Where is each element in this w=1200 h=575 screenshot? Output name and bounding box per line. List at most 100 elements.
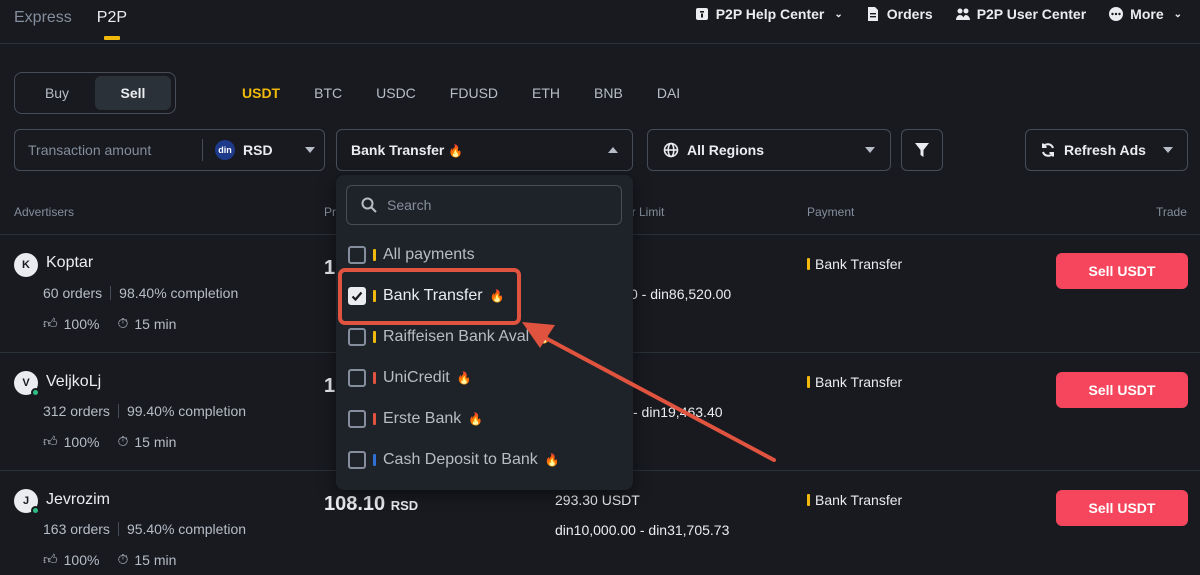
like-rate: 100% xyxy=(63,551,100,568)
price: 1 xyxy=(324,257,335,280)
top-nav: Express P2P P2P Help Center ⌄ Orders P2P… xyxy=(0,0,1200,44)
more-menu[interactable]: More ⌄ xyxy=(1108,6,1182,22)
payment-tag xyxy=(373,454,376,466)
filter-button[interactable] xyxy=(901,129,943,171)
checkbox[interactable] xyxy=(348,369,366,387)
like-rate: 100% xyxy=(63,315,100,332)
payment-option-label: Erste Bank xyxy=(383,410,462,427)
checkbox[interactable] xyxy=(348,246,366,264)
chevron-down-icon: ⌄ xyxy=(1173,8,1182,20)
caret-down-icon xyxy=(865,147,875,153)
thumbs-up-icon: 👍︎ xyxy=(43,551,58,567)
checkbox[interactable] xyxy=(348,328,366,346)
help-center-menu[interactable]: P2P Help Center ⌄ xyxy=(694,6,843,22)
fire-icon: 🔥 xyxy=(448,144,464,158)
orders-icon xyxy=(867,7,878,21)
checkbox[interactable] xyxy=(348,451,366,469)
sell-usdt-button[interactable]: Sell USDT xyxy=(1056,253,1188,289)
payment-tag xyxy=(373,331,376,343)
coin-tab-bnb[interactable]: BNB xyxy=(594,85,623,101)
completion-rate: 99.40% completion xyxy=(126,403,247,419)
order-limit: din10,000.00 - din31,705.73 xyxy=(555,522,730,538)
stopwatch-icon: ⏱︎ xyxy=(117,551,129,567)
header-advertisers: Advertisers xyxy=(14,205,75,219)
help-center-icon xyxy=(695,8,708,20)
more-icon xyxy=(1109,7,1124,21)
advertiser-ratings: 👍︎ 100% ⏱︎ 15 min xyxy=(43,551,176,568)
checkbox[interactable] xyxy=(348,410,366,428)
sell-usdt-button[interactable]: Sell USDT xyxy=(1056,490,1188,526)
currency-select[interactable]: din RSD xyxy=(203,140,315,160)
payment-tag xyxy=(807,258,810,270)
tab-express[interactable]: Express xyxy=(14,9,72,27)
tab-p2p[interactable]: P2P xyxy=(97,9,127,27)
avatar-initial: J xyxy=(22,495,30,507)
advertiser-ratings: 👍︎ 100% ⏱︎ 15 min xyxy=(43,315,176,332)
refresh-icon xyxy=(1042,143,1054,157)
order-limit: 0 - din86,520.00 xyxy=(630,286,732,302)
transaction-amount-field[interactable]: Transaction amount din RSD xyxy=(14,129,325,171)
sell-usdt-button[interactable]: Sell USDT xyxy=(1056,372,1188,408)
regions-select[interactable]: All Regions xyxy=(647,129,891,171)
user-center-icon xyxy=(955,8,970,20)
fire-icon: 🔥 xyxy=(536,330,552,344)
orders-link[interactable]: Orders xyxy=(865,6,933,22)
coin-tab-usdc[interactable]: USDC xyxy=(376,85,416,101)
payment-option[interactable]: UniCredit 🔥 xyxy=(348,369,472,387)
payment-option-label: UniCredit xyxy=(383,369,450,386)
user-center-label: P2P User Center xyxy=(976,6,1087,22)
payment-option-label: All payments xyxy=(383,246,475,263)
avatar: K xyxy=(14,253,38,277)
completion-rate: 95.40% completion xyxy=(126,521,247,537)
funnel-icon xyxy=(915,143,929,157)
currency-label: RSD xyxy=(243,142,273,158)
completion-rate: 98.40% completion xyxy=(119,285,239,301)
payment-option[interactable]: Raiffeisen Bank Aval 🔥 xyxy=(348,328,551,346)
payment-select-label: Bank Transfer xyxy=(351,142,445,158)
thumbs-up-icon: 👍︎ xyxy=(43,433,58,449)
like-rate: 100% xyxy=(63,433,100,450)
payment-label: Bank Transfer xyxy=(815,374,903,390)
fire-icon: 🔥 xyxy=(456,371,472,385)
caret-down-icon xyxy=(304,147,315,153)
coin-tab-dai[interactable]: DAI xyxy=(657,85,680,101)
price-currency: RSD xyxy=(390,498,419,513)
payment-tag xyxy=(373,413,376,425)
avatar-initial: V xyxy=(22,377,30,389)
avatar: J xyxy=(14,489,40,515)
chevron-down-icon: ⌄ xyxy=(834,8,843,20)
available-amount: 293.30 USDT xyxy=(555,492,640,508)
coin-tab-fdusd[interactable]: FDUSD xyxy=(450,85,498,101)
header-payment: Payment xyxy=(807,205,855,219)
currency-icon: din xyxy=(215,140,235,160)
advertiser-name[interactable]: Jevrozim xyxy=(46,491,110,509)
coin-tabs: USDT BTC USDC FDUSD ETH BNB DAI xyxy=(242,85,680,101)
caret-up-icon xyxy=(608,147,618,153)
help-center-label: P2P Help Center xyxy=(715,6,825,22)
payment-label: Bank Transfer xyxy=(815,492,903,508)
header-trade: Trade xyxy=(1156,205,1187,219)
fire-icon: 🔥 xyxy=(468,412,484,426)
coin-tab-usdt[interactable]: USDT xyxy=(242,85,280,101)
payment-option[interactable]: All payments xyxy=(348,246,475,264)
orders-count: 312 orders xyxy=(43,403,110,419)
price-value: 1 xyxy=(324,375,336,397)
refresh-ads-button[interactable]: Refresh Ads xyxy=(1025,129,1188,171)
payment-option-label: Raiffeisen Bank Aval xyxy=(383,328,530,345)
payment-option[interactable]: Erste Bank 🔥 xyxy=(348,410,483,428)
sell-button[interactable]: Sell xyxy=(95,76,171,110)
buy-button[interactable]: Buy xyxy=(19,76,95,110)
payment-option[interactable]: Cash Deposit to Bank 🔥 xyxy=(348,451,560,469)
avatar: V xyxy=(14,371,40,397)
payment-option-label: Cash Deposit to Bank xyxy=(383,451,538,468)
regions-label: All Regions xyxy=(687,142,765,158)
pay-time: 15 min xyxy=(134,433,177,450)
payment-search-input[interactable]: Search xyxy=(346,185,622,225)
user-center-link[interactable]: P2P User Center xyxy=(955,6,1086,22)
coin-tab-eth[interactable]: ETH xyxy=(532,85,560,101)
advertiser-name[interactable]: Koptar xyxy=(46,254,93,272)
payment-tag xyxy=(373,249,376,261)
advertiser-name[interactable]: VeljkoLj xyxy=(46,373,101,391)
payment-method-select[interactable]: Bank Transfer 🔥 xyxy=(336,129,633,171)
coin-tab-btc[interactable]: BTC xyxy=(314,85,342,101)
